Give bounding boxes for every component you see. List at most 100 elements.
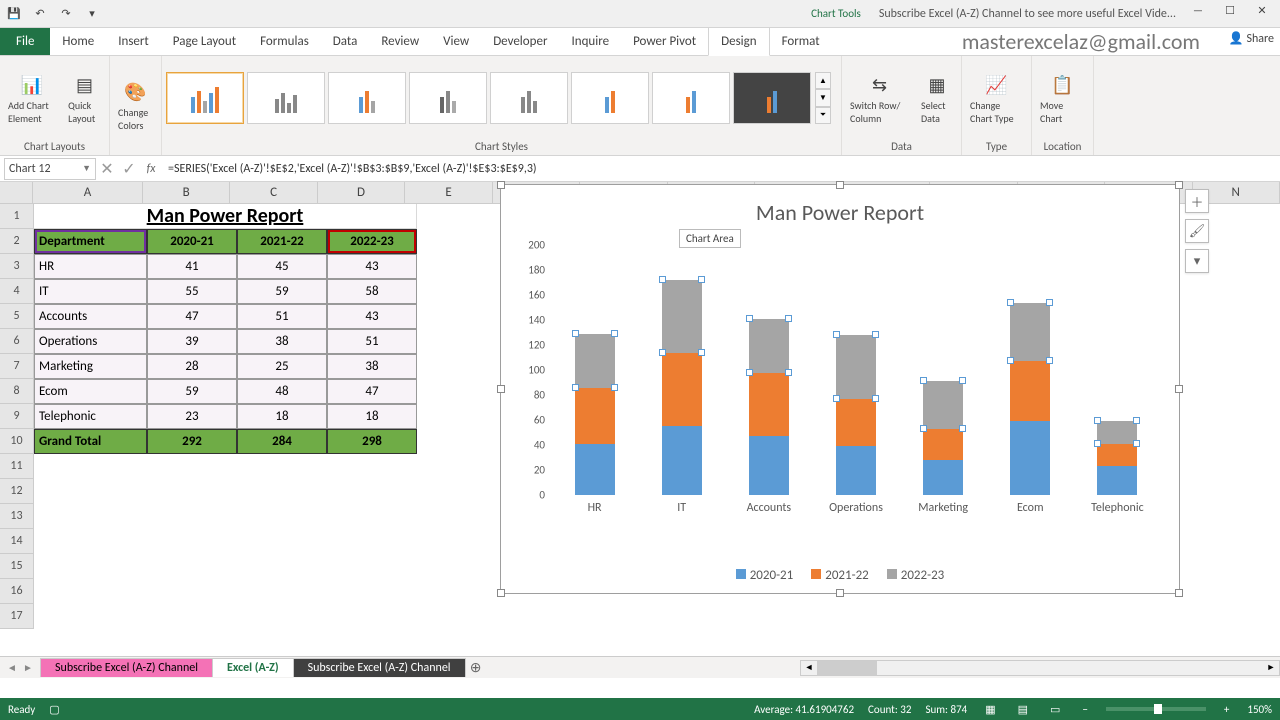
switch-row-column-button[interactable]: ⇆Switch Row/ Column	[846, 69, 913, 127]
tab-view[interactable]: View	[431, 28, 481, 55]
chart-style-1[interactable]	[166, 72, 244, 124]
col-header-B[interactable]: B	[143, 182, 230, 203]
cell-dept[interactable]: Operations	[34, 329, 147, 354]
bar-segment[interactable]	[1097, 466, 1137, 495]
worksheet-grid[interactable]: ABCDEFGHIJKLMN 1234567891011121314151617…	[0, 182, 1280, 690]
series-selection-handle[interactable]	[659, 349, 666, 356]
close-icon[interactable]: ✕	[1248, 4, 1276, 24]
zoom-in-button[interactable]: +	[1220, 703, 1233, 716]
chart-style-7[interactable]	[652, 72, 730, 124]
col-header-E[interactable]: E	[405, 182, 492, 203]
chart-handle-e[interactable]	[1175, 385, 1183, 393]
series-selection-handle[interactable]	[1046, 357, 1053, 364]
cell-value[interactable]: 38	[237, 329, 327, 354]
bar-segment[interactable]	[749, 436, 789, 495]
chart-handle-s[interactable]	[836, 589, 844, 597]
row-header-2[interactable]: 2	[0, 229, 33, 254]
col-header-A[interactable]: A	[33, 182, 143, 203]
series-selection-handle[interactable]	[698, 349, 705, 356]
series-selection-handle[interactable]	[833, 395, 840, 402]
bar-segment[interactable]	[1097, 444, 1137, 467]
bar-segment[interactable]	[923, 381, 963, 429]
change-colors-button[interactable]: 🎨Change Colors	[114, 76, 157, 134]
maximize-icon[interactable]: ☐	[1216, 4, 1244, 24]
bar-segment[interactable]	[1010, 361, 1050, 421]
move-chart-button[interactable]: 📋Move Chart	[1036, 69, 1089, 127]
zoom-out-button[interactable]: −	[1078, 703, 1091, 716]
bar-segment[interactable]	[923, 460, 963, 495]
series-selection-handle[interactable]	[1046, 299, 1053, 306]
chart-elements-button[interactable]: ＋	[1185, 189, 1209, 213]
cell-dept[interactable]: Ecom	[34, 379, 147, 404]
horizontal-scrollbar[interactable]: ◄ ►	[800, 660, 1280, 676]
series-selection-handle[interactable]	[833, 331, 840, 338]
cell-value[interactable]: 55	[147, 279, 237, 304]
cell-value[interactable]: 28	[147, 354, 237, 379]
row-header-10[interactable]: 10	[0, 429, 33, 454]
bar-segment[interactable]	[923, 429, 963, 460]
series-selection-handle[interactable]	[572, 384, 579, 391]
chart-object[interactable]: Man Power Report Chart Area 020406080100…	[500, 184, 1180, 594]
select-data-button[interactable]: ▦Select Data	[917, 69, 957, 127]
row-header-4[interactable]: 4	[0, 279, 33, 304]
cell-value[interactable]: 51	[237, 304, 327, 329]
bar-IT[interactable]	[638, 245, 725, 495]
series-selection-handle[interactable]	[872, 395, 879, 402]
series-selection-handle[interactable]	[1094, 440, 1101, 447]
tab-review[interactable]: Review	[369, 28, 431, 55]
col-header-D[interactable]: D	[318, 182, 405, 203]
chart-handle-nw[interactable]	[497, 181, 505, 189]
row-header-6[interactable]: 6	[0, 329, 33, 354]
series-selection-handle[interactable]	[611, 330, 618, 337]
bar-segment[interactable]	[662, 353, 702, 427]
bar-segment[interactable]	[1010, 421, 1050, 495]
tab-inquire[interactable]: Inquire	[559, 28, 621, 55]
series-selection-handle[interactable]	[659, 276, 666, 283]
style-scroll-more[interactable]: ⏷	[815, 107, 831, 124]
cell-value[interactable]: 41	[147, 254, 237, 279]
cell-value[interactable]: 43	[327, 304, 417, 329]
bar-segment[interactable]	[575, 444, 615, 495]
series-selection-handle[interactable]	[1094, 417, 1101, 424]
series-selection-handle[interactable]	[920, 377, 927, 384]
bar-Telephonic[interactable]	[1074, 245, 1161, 495]
bar-Ecom[interactable]	[987, 245, 1074, 495]
row-header-11[interactable]: 11	[0, 454, 33, 479]
sheet-nav-prev-icon[interactable]: ◄	[4, 661, 20, 674]
series-selection-handle[interactable]	[1007, 299, 1014, 306]
row-header-15[interactable]: 15	[0, 554, 33, 579]
tab-power-pivot[interactable]: Power Pivot	[621, 28, 708, 55]
row-header-5[interactable]: 5	[0, 304, 33, 329]
cell-value[interactable]: 18	[327, 404, 417, 429]
chart-handle-ne[interactable]	[1175, 181, 1183, 189]
series-selection-handle[interactable]	[920, 425, 927, 432]
quick-layout-button[interactable]: ▤Quick Layout	[64, 69, 105, 127]
sheet-tab-2[interactable]: Excel (A-Z)	[212, 658, 294, 677]
series-selection-handle[interactable]	[572, 330, 579, 337]
cell-value[interactable]: 45	[237, 254, 327, 279]
add-sheet-button[interactable]: ⊕	[465, 659, 487, 676]
add-chart-element-button[interactable]: 📊Add Chart Element	[4, 69, 60, 127]
tab-home[interactable]: Home	[50, 28, 106, 55]
chart-handle-se[interactable]	[1175, 589, 1183, 597]
chart-style-5[interactable]	[490, 72, 568, 124]
cell-dept[interactable]: HR	[34, 254, 147, 279]
row-header-16[interactable]: 16	[0, 579, 33, 604]
row-header-9[interactable]: 9	[0, 404, 33, 429]
bar-Marketing[interactable]	[900, 245, 987, 495]
col-header-C[interactable]: C	[230, 182, 317, 203]
series-selection-handle[interactable]	[1007, 357, 1014, 364]
formula-accept-icon[interactable]: ✓	[118, 159, 140, 179]
chart-style-8[interactable]	[733, 72, 811, 124]
tab-page-layout[interactable]: Page Layout	[161, 28, 248, 55]
cell-value[interactable]: 18	[237, 404, 327, 429]
hscroll-thumb[interactable]	[817, 661, 877, 675]
share-button[interactable]: 👤Share	[1228, 31, 1274, 46]
undo-icon[interactable]: ↶	[30, 4, 50, 24]
series-selection-handle[interactable]	[1133, 417, 1140, 424]
zoom-slider[interactable]	[1106, 707, 1206, 711]
series-selection-handle[interactable]	[746, 315, 753, 322]
save-icon[interactable]: 💾	[4, 4, 24, 24]
sheet-nav-next-icon[interactable]: ►	[20, 661, 36, 674]
name-box[interactable]: Chart 12▼	[4, 158, 96, 180]
